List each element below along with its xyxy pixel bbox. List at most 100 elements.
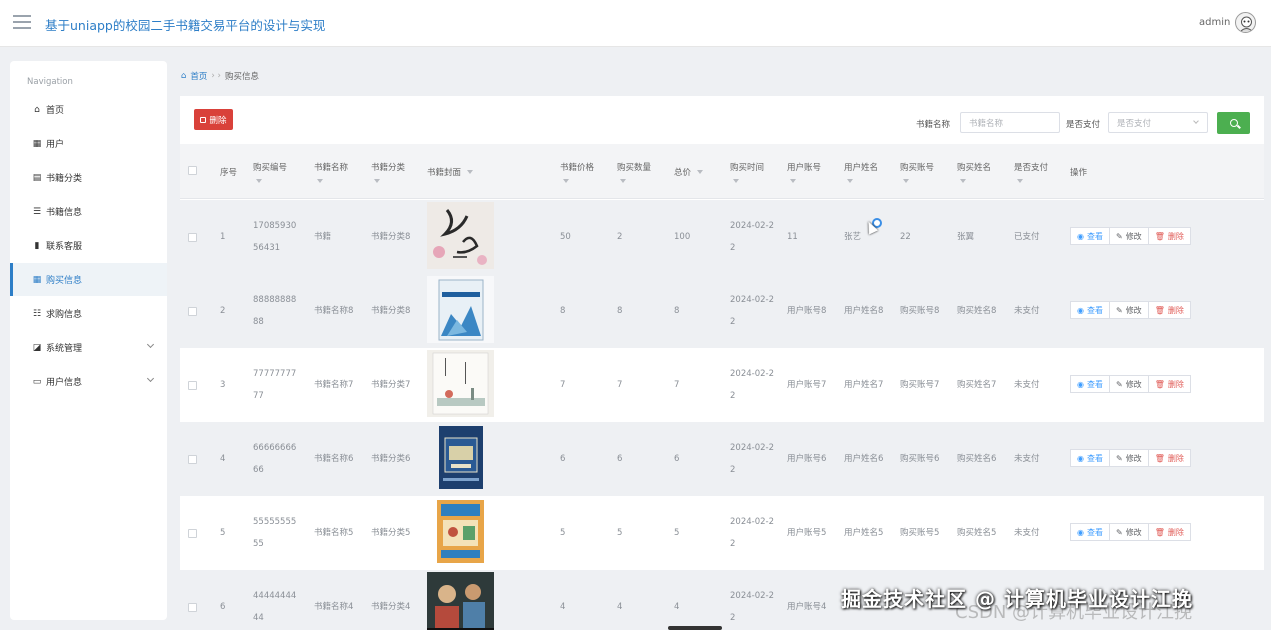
cell-paid: 未支付 <box>1014 528 1040 538</box>
cell-total: 6 <box>674 454 680 464</box>
sidebar-item-user-info[interactable]: ▭ 用户信息 <box>10 365 167 398</box>
batch-delete-button[interactable]: 删除 <box>194 109 233 130</box>
delete-button[interactable]: 🗑 删除 <box>1147 301 1191 319</box>
sidebar-item-users[interactable]: ▦ 用户 <box>10 127 167 160</box>
chevron-down-icon <box>1193 118 1199 124</box>
sidebar-item-support[interactable]: ▮ 联系客服 <box>10 229 167 262</box>
cell-qty: 7 <box>617 380 623 390</box>
header-order-no[interactable]: 购买编号 <box>253 144 287 199</box>
app-title: 基于uniapp的校园二手书籍交易平台的设计与实现 <box>45 18 326 33</box>
trash-icon: 🗑 <box>1154 453 1165 463</box>
header-total[interactable]: 总价 <box>674 144 704 199</box>
cell-time: 2024-02-22 <box>730 369 774 401</box>
header-price[interactable]: 书籍价格 <box>560 144 594 199</box>
delete-icon <box>200 116 207 123</box>
header-book-name[interactable]: 书籍名称 <box>314 144 348 199</box>
delete-button[interactable]: 🗑 删除 <box>1147 523 1191 541</box>
sidebar-item-label: 书籍分类 <box>46 174 83 184</box>
cell-buyer-account: 22 <box>900 232 911 242</box>
row-checkbox[interactable] <box>188 233 197 242</box>
delete-button[interactable]: 🗑 删除 <box>1147 227 1191 245</box>
eye-icon: ◉ <box>1077 453 1084 463</box>
search-button[interactable] <box>1217 112 1250 134</box>
paid-select[interactable]: 是否支付 <box>1108 112 1208 133</box>
row-checkbox[interactable] <box>188 529 197 538</box>
sidebar-item-book-category[interactable]: ▤ 书籍分类 <box>10 161 167 194</box>
cell-user-name: 用户姓名6 <box>844 454 884 464</box>
top-bar: 基于uniapp的校园二手书籍交易平台的设计与实现 admin <box>0 0 1271 47</box>
cell-index: 6 <box>220 602 226 612</box>
row-checkbox[interactable] <box>188 381 197 390</box>
cell-book-name: 书籍名称7 <box>314 380 354 390</box>
table-header: 序号 购买编号 书籍名称 书籍分类 书籍封面 书籍价格 购买数量 总价 购买时间… <box>180 144 1264 199</box>
sort-icon <box>733 178 739 183</box>
cell-book-name: 书籍名称8 <box>314 306 354 316</box>
edit-button[interactable]: ✎ 修改 <box>1108 449 1149 467</box>
header-category[interactable]: 书籍分类 <box>371 144 405 199</box>
cell-buyer-account: 购买账号6 <box>900 454 940 464</box>
header-cover[interactable]: 书籍封面 <box>427 144 474 199</box>
breadcrumb-home[interactable]: 首页 <box>190 70 207 82</box>
sidebar-item-purchase[interactable]: ▦ 购买信息 <box>10 263 167 296</box>
edit-button[interactable]: ✎ 修改 <box>1108 301 1149 319</box>
user-name[interactable]: admin <box>1199 17 1230 28</box>
row-checkbox[interactable] <box>188 307 197 316</box>
trash-icon: 🗑 <box>1154 379 1165 389</box>
cell-order-no: 5555555555 <box>253 517 297 549</box>
header-buyer-name[interactable]: 购买姓名 <box>957 144 991 199</box>
view-button[interactable]: ◉ 查看 <box>1070 227 1110 245</box>
cell-book-name: 书籍名称5 <box>314 528 354 538</box>
breadcrumb: ⌂ 首页 › › 购买信息 <box>181 70 259 82</box>
sliders-icon: ☷ <box>32 308 42 319</box>
cell-price: 6 <box>560 454 566 464</box>
sidebar-item-system[interactable]: ◪ 系统管理 <box>10 331 167 364</box>
menu-toggle-icon[interactable] <box>13 15 31 30</box>
header-paid[interactable]: 是否支付 <box>1014 144 1048 199</box>
row-checkbox[interactable] <box>188 455 197 464</box>
chevron-down-icon <box>146 340 155 349</box>
bar-chart-icon: ▮ <box>34 240 40 251</box>
watermark: 掘金技术社区 @ 计算机毕业设计江挽 <box>841 587 1193 611</box>
cell-category: 书籍分类5 <box>371 528 411 538</box>
book-cover-image <box>427 572 494 630</box>
table-row: 2 8888888888 书籍名称8 书籍分类8 8 8 8 2024-02-2… <box>180 274 1264 348</box>
row-actions: ◉ 查看 ✎ 修改 🗑 删除 <box>1070 375 1191 393</box>
view-button[interactable]: ◉ 查看 <box>1070 449 1110 467</box>
edit-button[interactable]: ✎ 修改 <box>1108 375 1149 393</box>
header-time[interactable]: 购买时间 <box>730 144 764 199</box>
table-row: 3 7777777777 书籍名称7 书籍分类7 7 7 7 2024-02-2… <box>180 348 1264 422</box>
sort-icon <box>256 178 262 183</box>
view-button[interactable]: ◉ 查看 <box>1070 301 1110 319</box>
book-name-input[interactable]: 书籍名称 <box>960 112 1060 133</box>
sidebar-item-book-info[interactable]: ☰ 书籍信息 <box>10 195 167 228</box>
cell-book-name: 书籍 <box>314 232 332 242</box>
cell-category: 书籍分类8 <box>371 232 411 242</box>
sidebar-item-label: 用户信息 <box>46 378 83 388</box>
edit-button[interactable]: ✎ 修改 <box>1108 523 1149 541</box>
book-cover-image <box>427 424 494 491</box>
header-index: 序号 <box>220 167 238 178</box>
header-qty[interactable]: 购买数量 <box>617 144 651 199</box>
avatar[interactable] <box>1235 12 1256 33</box>
row-checkbox[interactable] <box>188 603 197 612</box>
cell-order-no: 4444444444 <box>253 591 297 623</box>
cell-index: 4 <box>220 454 226 464</box>
sidebar-item-label: 购买信息 <box>46 276 83 286</box>
header-user-name[interactable]: 用户姓名 <box>844 144 878 199</box>
row-actions: ◉ 查看 ✎ 修改 🗑 删除 <box>1070 227 1191 245</box>
sort-icon <box>790 178 796 183</box>
cell-buyer-account: 购买账号5 <box>900 528 940 538</box>
edit-button[interactable]: ✎ 修改 <box>1108 227 1149 245</box>
chevron-down-icon <box>146 374 155 383</box>
header-user-account[interactable]: 用户账号 <box>787 144 821 199</box>
eye-icon: ◉ <box>1077 231 1084 241</box>
view-button[interactable]: ◉ 查看 <box>1070 523 1110 541</box>
view-button[interactable]: ◉ 查看 <box>1070 375 1110 393</box>
delete-button[interactable]: 🗑 删除 <box>1147 375 1191 393</box>
select-all-checkbox[interactable] <box>188 166 197 175</box>
sidebar-item-wanted[interactable]: ☷ 求购信息 <box>10 297 167 330</box>
sidebar-item-home[interactable]: ⌂ 首页 <box>10 93 167 126</box>
header-buyer-account[interactable]: 购买账号 <box>900 144 934 199</box>
trash-icon: 🗑 <box>1154 305 1165 315</box>
delete-button[interactable]: 🗑 删除 <box>1147 449 1191 467</box>
